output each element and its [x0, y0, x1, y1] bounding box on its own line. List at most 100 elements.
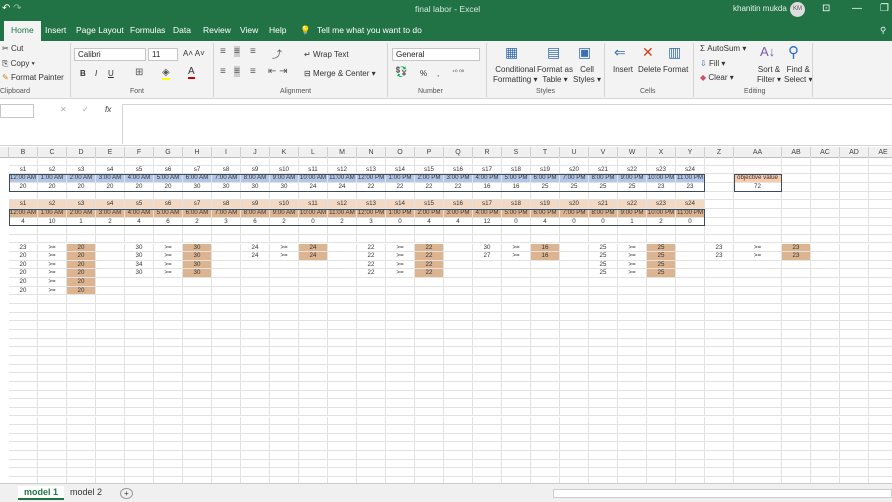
- cell[interactable]: [782, 416, 811, 426]
- align-right-icon[interactable]: ≡: [250, 66, 256, 77]
- cell[interactable]: [589, 330, 618, 339]
- cell[interactable]: [386, 416, 415, 426]
- cell[interactable]: [38, 425, 67, 434]
- cell[interactable]: [241, 269, 270, 279]
- cell[interactable]: [531, 338, 560, 348]
- constraint-operator[interactable]: >=: [386, 269, 415, 279]
- cell[interactable]: [357, 399, 386, 408]
- cell[interactable]: [869, 408, 892, 417]
- time-cell[interactable]: 2:00 AM: [67, 174, 96, 183]
- format-painter-button[interactable]: ✎ Format Painter: [2, 73, 64, 82]
- requirement-cell[interactable]: 30: [183, 182, 212, 192]
- cell[interactable]: [811, 442, 840, 452]
- cell[interactable]: [502, 157, 531, 166]
- requirement-cell[interactable]: 24: [299, 182, 328, 192]
- cell[interactable]: [183, 373, 212, 382]
- time-cell[interactable]: 11:00 PM: [676, 174, 705, 183]
- constraint-lhs[interactable]: 25: [589, 252, 618, 261]
- shift-label[interactable]: s9: [241, 165, 270, 175]
- cell[interactable]: [676, 364, 705, 374]
- cell[interactable]: [531, 312, 560, 322]
- cell[interactable]: [183, 330, 212, 339]
- constraint-rhs[interactable]: 25: [647, 269, 676, 279]
- workers-cell[interactable]: 0: [676, 217, 705, 227]
- cell[interactable]: [869, 200, 892, 209]
- cell[interactable]: [811, 286, 840, 296]
- constraint-rhs[interactable]: 24: [299, 243, 328, 253]
- cell[interactable]: [811, 347, 840, 356]
- cell[interactable]: [473, 468, 502, 478]
- cell[interactable]: [560, 260, 589, 270]
- cell[interactable]: [589, 442, 618, 452]
- cell[interactable]: [589, 304, 618, 313]
- requirement-cell[interactable]: 16: [473, 182, 502, 192]
- cell[interactable]: [560, 269, 589, 279]
- cell[interactable]: [38, 347, 67, 356]
- shift-label[interactable]: s24: [676, 165, 705, 175]
- cell[interactable]: [840, 226, 869, 235]
- cell[interactable]: [183, 304, 212, 313]
- cell[interactable]: [734, 459, 782, 469]
- cell[interactable]: [299, 416, 328, 426]
- cell[interactable]: [502, 399, 531, 408]
- requirement-cell[interactable]: 30: [241, 182, 270, 192]
- cell[interactable]: [589, 407, 618, 417]
- cell[interactable]: [734, 390, 782, 400]
- cell[interactable]: [502, 451, 531, 460]
- cell[interactable]: [782, 390, 811, 400]
- cell[interactable]: [560, 226, 589, 235]
- cell[interactable]: [647, 157, 676, 166]
- cell[interactable]: [705, 433, 734, 443]
- cell[interactable]: [618, 304, 647, 313]
- cell[interactable]: [270, 260, 299, 270]
- time-cell[interactable]: 11:00 AM: [328, 174, 357, 183]
- cell[interactable]: [299, 157, 328, 166]
- cell[interactable]: [811, 451, 840, 460]
- requirement-cell[interactable]: 20: [154, 182, 183, 192]
- cell[interactable]: [531, 269, 560, 279]
- cell[interactable]: [9, 295, 38, 305]
- cell[interactable]: [618, 364, 647, 374]
- constraint-rhs[interactable]: 23: [782, 252, 811, 261]
- cell[interactable]: [357, 286, 386, 296]
- cell[interactable]: [357, 278, 386, 287]
- cell[interactable]: [782, 433, 811, 443]
- tab-data[interactable]: Data: [173, 25, 191, 35]
- workers-cell[interactable]: 0: [589, 217, 618, 227]
- cell[interactable]: [125, 364, 154, 374]
- cell[interactable]: [502, 338, 531, 348]
- constraint-lhs[interactable]: 30: [125, 269, 154, 279]
- cell[interactable]: [618, 355, 647, 365]
- cell[interactable]: [415, 234, 444, 244]
- shift-label[interactable]: s16: [444, 200, 473, 209]
- cell[interactable]: [531, 347, 560, 356]
- shift-label[interactable]: s5: [125, 165, 154, 175]
- cell[interactable]: [386, 347, 415, 356]
- cell[interactable]: [415, 330, 444, 339]
- cell[interactable]: [676, 425, 705, 434]
- cell[interactable]: [357, 416, 386, 426]
- cell[interactable]: [502, 347, 531, 356]
- cell[interactable]: [869, 287, 892, 296]
- cell[interactable]: [840, 442, 869, 452]
- cell[interactable]: [531, 425, 560, 434]
- cell[interactable]: [782, 364, 811, 374]
- cell[interactable]: [154, 191, 183, 201]
- shift-label[interactable]: s20: [560, 200, 589, 209]
- cell[interactable]: [705, 157, 734, 166]
- cell[interactable]: [386, 321, 415, 330]
- shift-label[interactable]: s6: [154, 200, 183, 209]
- cell[interactable]: [869, 278, 892, 287]
- merge-center-button[interactable]: ⊟ Merge & Center ▾: [304, 69, 376, 78]
- cell[interactable]: [386, 286, 415, 296]
- cell[interactable]: [705, 191, 734, 201]
- cell[interactable]: [328, 407, 357, 417]
- cell[interactable]: [328, 347, 357, 356]
- shift-label[interactable]: s23: [647, 200, 676, 209]
- cell[interactable]: [357, 338, 386, 348]
- cell[interactable]: [328, 390, 357, 400]
- cell[interactable]: [154, 304, 183, 313]
- cell[interactable]: [782, 399, 811, 408]
- cell[interactable]: [676, 451, 705, 460]
- cell[interactable]: [125, 226, 154, 235]
